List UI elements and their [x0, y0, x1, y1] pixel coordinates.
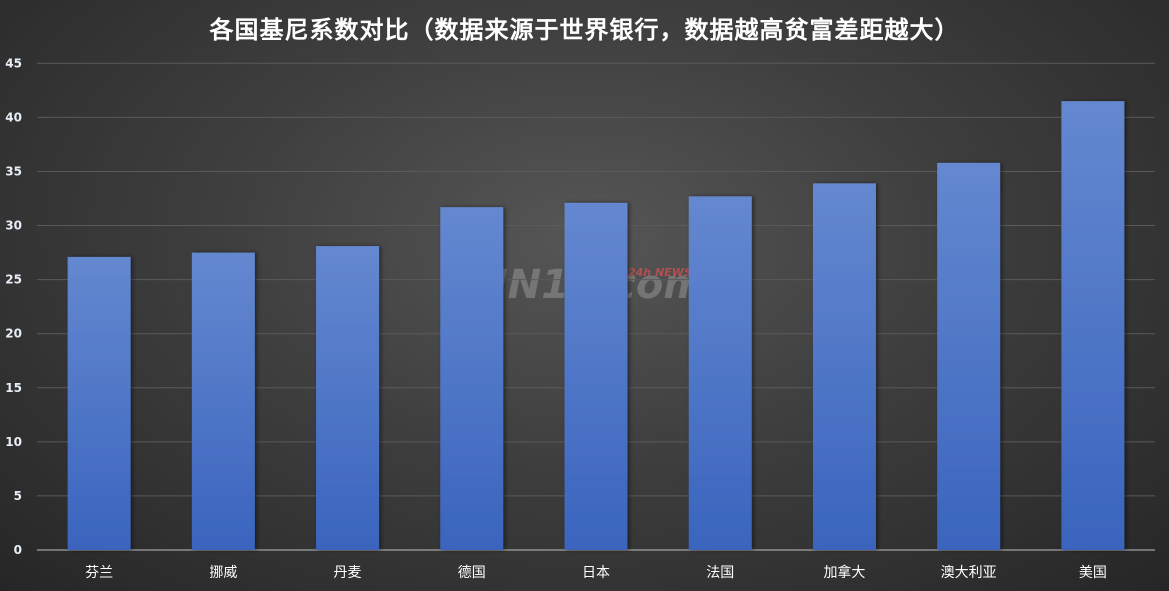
x-tick-label: 德国	[458, 565, 486, 581]
x-tick-label: 日本	[582, 565, 610, 581]
bar	[316, 246, 380, 550]
y-tick-label: 20	[5, 327, 22, 341]
x-tick-label: 加拿大	[823, 564, 865, 581]
y-tick-label: 0	[14, 543, 22, 557]
y-tick-label: 5	[14, 489, 22, 503]
bar	[440, 207, 504, 550]
y-tick-label: 45	[5, 56, 22, 70]
y-tick-label: 35	[5, 164, 22, 178]
x-tick-label: 芬兰	[85, 565, 113, 581]
y-tick-label: 10	[5, 435, 22, 449]
bar	[191, 252, 255, 551]
bar	[564, 202, 628, 550]
bar	[688, 196, 752, 550]
x-tick-label: 挪威	[209, 565, 237, 581]
bar	[812, 183, 876, 550]
bar	[67, 256, 131, 550]
y-tick-label: 40	[5, 110, 22, 124]
x-tick-label: 美国	[1079, 565, 1107, 581]
y-tick-label: 25	[5, 273, 22, 287]
bar	[937, 162, 1001, 551]
x-tick-label: 丹麦	[334, 565, 362, 581]
bar-chart: 0 5 10 15 20 25 30 35 40 45 芬兰 挪威 丹麦 德国 日本 法国 加拿大 澳大利亚 美国	[5, 56, 1155, 581]
x-tick-label: 澳大利亚	[941, 565, 997, 581]
y-tick-label: 15	[5, 381, 22, 395]
bar	[1061, 101, 1125, 550]
x-tick-label: 法国	[706, 565, 734, 581]
y-tick-label: 30	[5, 219, 22, 233]
